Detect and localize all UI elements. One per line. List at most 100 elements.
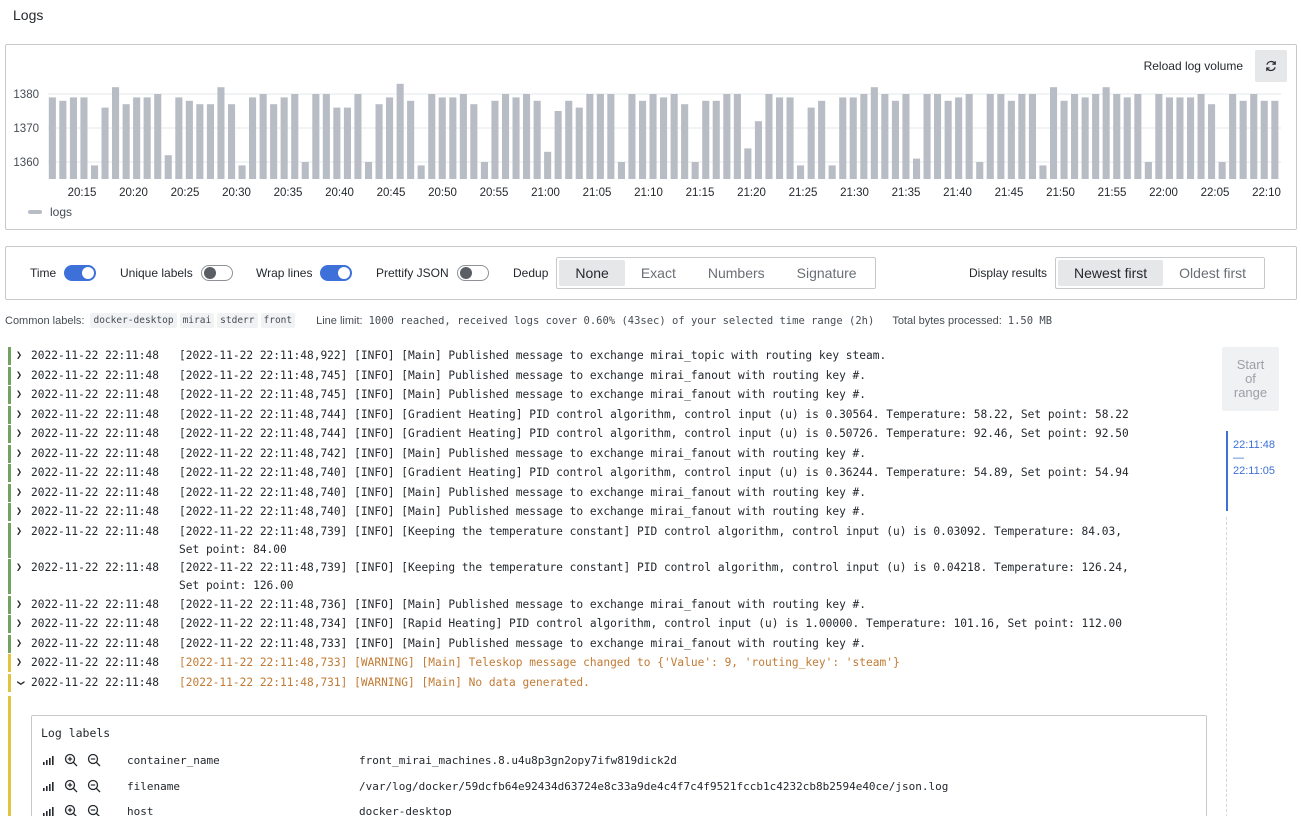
chevron-right-icon[interactable]: ❯ <box>16 503 22 521</box>
volume-bar[interactable] <box>849 97 857 179</box>
oldest-first-button[interactable]: Oldest first <box>1163 260 1262 286</box>
volume-bar[interactable] <box>986 94 994 179</box>
volume-bar[interactable] <box>997 94 1005 179</box>
volume-bar[interactable] <box>175 97 183 179</box>
volume-bar[interactable] <box>1113 94 1121 179</box>
log-row[interactable]: ❯ 2022-11-22 22:11:48 [2022-11-22 22:11:48… <box>8 444 1216 463</box>
chevron-right-icon[interactable]: ❯ <box>16 484 22 502</box>
log-row[interactable]: ❯ 2022-11-22 22:11:48 [2022-11-22 22:11:48… <box>8 615 1216 633</box>
volume-bar[interactable] <box>712 100 720 179</box>
log-row[interactable]: ❯ 2022-11-22 22:11:48 [2022-11-22 22:11:48… <box>8 347 1216 365</box>
volume-bar[interactable] <box>1134 94 1142 179</box>
volume-bar[interactable] <box>1144 162 1152 179</box>
unique-labels-toggle[interactable] <box>200 265 233 281</box>
volume-bar[interactable] <box>744 148 752 179</box>
volume-bar[interactable] <box>554 111 562 179</box>
volume-bar[interactable] <box>765 94 773 179</box>
prettify-json-toggle[interactable] <box>456 265 489 281</box>
volume-bar[interactable] <box>965 94 973 179</box>
chevron-right-icon[interactable]: ❯ <box>16 615 22 633</box>
chevron-right-icon[interactable]: ❯ <box>16 386 22 404</box>
log-row[interactable]: ❯ 2022-11-22 22:11:48 [2022-11-22 22:11:48… <box>8 595 1216 614</box>
volume-bar[interactable] <box>343 107 351 179</box>
dedup-numbers-button[interactable]: Numbers <box>692 260 781 286</box>
volume-bar[interactable] <box>1092 94 1100 179</box>
volume-bar[interactable] <box>438 97 446 179</box>
volume-bar[interactable] <box>955 97 963 179</box>
volume-bar[interactable] <box>797 165 805 179</box>
volume-bar[interactable] <box>1271 100 1279 179</box>
chevron-right-icon[interactable]: ❯ <box>16 654 22 672</box>
volume-bar[interactable] <box>69 97 77 179</box>
volume-bar[interactable] <box>512 97 520 179</box>
stats-icon[interactable] <box>41 804 55 816</box>
volume-bar[interactable] <box>312 94 320 179</box>
volume-bar[interactable] <box>91 165 99 179</box>
volume-bar[interactable] <box>544 151 552 179</box>
log-row[interactable]: ❯ 2022-11-22 22:11:48 [2022-11-22 22:11:48… <box>8 634 1216 653</box>
volume-bar[interactable] <box>523 94 531 179</box>
chevron-right-icon[interactable]: ❯ <box>16 445 22 463</box>
log-row[interactable]: ❯ 2022-11-22 22:11:48 [2022-11-22 22:11:48… <box>8 425 1216 443</box>
volume-bar[interactable] <box>164 155 172 179</box>
volume-bar[interactable] <box>723 94 731 179</box>
zoom-in-icon[interactable] <box>64 753 78 767</box>
log-row[interactable]: ❯ 2022-11-22 22:11:48 [2022-11-22 22:11:48… <box>8 386 1216 404</box>
volume-bar[interactable] <box>238 165 246 179</box>
volume-bar[interactable] <box>818 100 826 179</box>
volume-bar[interactable] <box>902 94 910 179</box>
volume-bar[interactable] <box>702 100 710 179</box>
chevron-right-icon[interactable]: ❯ <box>16 425 22 443</box>
volume-bar[interactable] <box>776 97 784 179</box>
volume-bar[interactable] <box>480 162 488 179</box>
volume-bar[interactable] <box>1018 94 1026 179</box>
volume-bar[interactable] <box>333 107 341 179</box>
volume-bar[interactable] <box>881 94 889 179</box>
log-row[interactable]: ❯ 2022-11-22 22:11:48 [2022-11-22 22:11:48… <box>8 464 1216 482</box>
chevron-right-icon[interactable]: ❯ <box>16 635 22 653</box>
volume-bar[interactable] <box>259 94 267 179</box>
chevron-right-icon[interactable]: ❯ <box>16 596 22 614</box>
volume-bar[interactable] <box>417 165 425 179</box>
volume-bar[interactable] <box>80 97 88 179</box>
chevron-right-icon[interactable]: ❯ <box>16 406 22 424</box>
log-row[interactable]: ❯ 2022-11-22 22:11:48 [2022-11-22 22:11:48… <box>8 654 1216 672</box>
volume-bar[interactable] <box>1208 104 1216 179</box>
volume-bar[interactable] <box>1060 100 1068 179</box>
volume-bar[interactable] <box>628 94 636 179</box>
dedup-signature-button[interactable]: Signature <box>781 260 873 286</box>
log-row[interactable]: ❯ 2022-11-22 22:11:48 [2022-11-22 22:11:48… <box>8 366 1216 385</box>
chevron-right-icon[interactable]: ❯ <box>16 559 22 577</box>
volume-bar[interactable] <box>280 97 288 179</box>
volume-bar[interactable] <box>1165 97 1173 179</box>
zoom-out-icon[interactable] <box>87 804 101 816</box>
volume-bar[interactable] <box>891 100 899 179</box>
volume-bar[interactable] <box>249 97 257 179</box>
log-row-expanded[interactable]: ❯ 2022-11-22 22:11:48 [2022-11-22 22:11:48… <box>8 673 1216 692</box>
volume-bar[interactable] <box>860 94 868 179</box>
volume-bar[interactable] <box>944 100 952 179</box>
volume-bar[interactable] <box>870 87 878 179</box>
volume-bar[interactable] <box>617 162 625 179</box>
stats-icon[interactable] <box>41 779 55 793</box>
volume-bar[interactable] <box>459 94 467 179</box>
volume-bar[interactable] <box>407 100 415 179</box>
volume-bar[interactable] <box>133 97 141 179</box>
volume-bar[interactable] <box>733 94 741 179</box>
volume-bar[interactable] <box>301 162 309 179</box>
stats-icon[interactable] <box>41 753 55 767</box>
volume-bar[interactable] <box>270 104 278 179</box>
volume-bar[interactable] <box>1007 100 1015 179</box>
volume-bar[interactable] <box>681 104 689 179</box>
volume-bar[interactable] <box>59 100 67 179</box>
zoom-out-icon[interactable] <box>87 779 101 793</box>
volume-bar[interactable] <box>449 97 457 179</box>
volume-bar[interactable] <box>828 165 836 179</box>
volume-bar[interactable] <box>1187 97 1195 179</box>
log-row[interactable]: ❯ 2022-11-22 22:11:48 [2022-11-22 22:11:48… <box>8 405 1216 424</box>
time-toggle[interactable] <box>64 265 97 281</box>
volume-bar[interactable] <box>386 97 394 179</box>
volume-bar[interactable] <box>48 97 56 179</box>
start-of-range-button[interactable]: Start of range <box>1222 347 1279 411</box>
volume-bar[interactable] <box>660 97 668 179</box>
